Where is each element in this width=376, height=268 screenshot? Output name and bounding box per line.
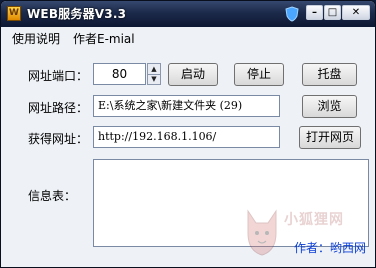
- shield-icon[interactable]: [285, 6, 299, 22]
- start-button[interactable]: 启动: [168, 63, 218, 86]
- info-textarea[interactable]: [93, 159, 369, 247]
- app-icon: W: [7, 6, 21, 21]
- path-input[interactable]: E:\系统之家\新建文件夹 (29): [93, 95, 280, 117]
- menu-item-author-email[interactable]: 作者E-mial: [73, 30, 135, 47]
- url-input[interactable]: http://192.168.1.106/: [93, 126, 280, 148]
- author-label: 作者：哟西网: [294, 241, 367, 255]
- info-label: 信息表：: [28, 189, 77, 203]
- url-label: 获得网址：: [28, 132, 89, 146]
- port-label: 网址端口：: [28, 69, 89, 83]
- browse-button[interactable]: 浏览: [302, 95, 357, 118]
- port-input[interactable]: 80: [93, 63, 146, 85]
- client-area: 使用说明 作者E-mial 网址端口： 80 ▲ ▼ 启动 停止 托盘 网址路径…: [2, 27, 375, 267]
- minimize-button[interactable]: –: [306, 5, 323, 20]
- maximize-button[interactable]: □: [324, 5, 341, 20]
- tray-button[interactable]: 托盘: [302, 63, 357, 86]
- maximize-icon: □: [327, 7, 338, 18]
- port-spinner[interactable]: ▲ ▼: [147, 63, 161, 85]
- app-window: W WEB服务器V3.3 – □ ✕ 使用说明 作者E-mial 网址端口： 8…: [0, 0, 376, 268]
- minimize-icon: –: [312, 7, 317, 18]
- close-icon: ✕: [351, 7, 361, 18]
- close-button[interactable]: ✕: [342, 5, 370, 20]
- window-title: WEB服务器V3.3: [27, 7, 127, 21]
- title-bar[interactable]: W WEB服务器V3.3 – □ ✕: [1, 1, 375, 27]
- spin-down-icon[interactable]: ▼: [148, 74, 160, 84]
- menu-bar: 使用说明 作者E-mial: [2, 27, 375, 49]
- open-webpage-button[interactable]: 打开网页: [299, 126, 361, 149]
- stop-button[interactable]: 停止: [234, 63, 284, 86]
- menu-item-help[interactable]: 使用说明: [12, 30, 60, 47]
- path-label: 网址路径：: [28, 101, 89, 115]
